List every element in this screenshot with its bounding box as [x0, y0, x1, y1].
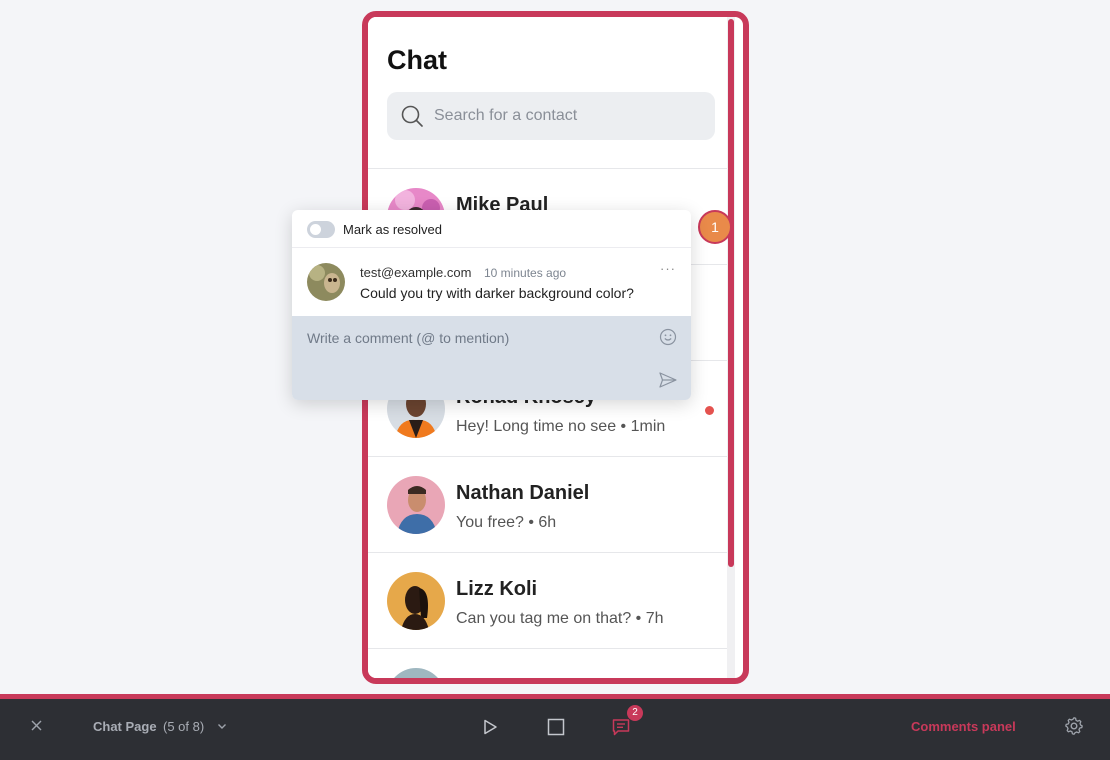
comment-popup-header: Mark as resolved: [292, 210, 691, 248]
gear-icon[interactable]: [1064, 716, 1084, 736]
bottom-toolbar: Chat Page (5 of 8) 2 Comments panel: [0, 694, 1110, 760]
page-counter[interactable]: (5 of 8): [163, 719, 204, 734]
scrollbar-thumb[interactable]: [728, 19, 734, 567]
comment-text: Could you try with darker background col…: [360, 285, 634, 301]
search-icon: [401, 105, 423, 127]
unread-dot: [705, 406, 714, 415]
contact-row[interactable]: Nathan Daniel You free? • 6h: [368, 457, 735, 553]
page-title: Chat: [387, 45, 447, 75]
send-icon[interactable]: [659, 372, 677, 388]
toggle-knob: [310, 224, 321, 235]
contact-name: Lizz Koli: [456, 578, 538, 600]
avatar: [387, 476, 445, 534]
comments-icon[interactable]: [611, 717, 631, 737]
inspect-icon[interactable]: [546, 717, 566, 737]
comment-popup: Mark as resolved test@example.com 10 min…: [292, 210, 691, 400]
comment-timestamp: 10 minutes ago: [484, 266, 567, 280]
contact-last-message: Can you tag me on that? • 7h: [456, 610, 664, 627]
contact-name: Nathan Daniel: [456, 482, 590, 504]
close-icon[interactable]: [28, 717, 45, 734]
resolve-toggle[interactable]: [307, 221, 335, 238]
search-input[interactable]: Search for a contact: [434, 107, 577, 125]
contact-last-message: Hey! Long time no see • 1min: [456, 418, 666, 435]
comments-panel-button[interactable]: Comments panel: [911, 719, 1016, 734]
chevron-down-icon[interactable]: [216, 720, 228, 732]
play-icon[interactable]: [480, 717, 500, 737]
contact-last-message: You free? • 6h: [456, 514, 557, 531]
contact-row[interactable]: Lizz Koli Can you tag me on that? • 7h: [368, 553, 735, 649]
comment-author: test@example.com: [360, 265, 472, 280]
reply-box[interactable]: Write a comment (@ to mention): [292, 316, 691, 400]
avatar: [387, 668, 445, 678]
comment-marker[interactable]: 1: [698, 210, 732, 244]
scrollbar-track[interactable]: [727, 17, 735, 678]
emoji-icon[interactable]: [659, 328, 677, 346]
comments-count-badge: 2: [627, 705, 643, 721]
more-options-icon[interactable]: ···: [660, 261, 676, 276]
reply-input[interactable]: Write a comment (@ to mention): [307, 330, 509, 346]
commenter-avatar: [307, 263, 345, 301]
resolve-label: Mark as resolved: [343, 222, 442, 237]
avatar: [387, 572, 445, 630]
contact-row[interactable]: [368, 649, 735, 678]
contact-search[interactable]: Search for a contact: [387, 92, 715, 140]
page-selector[interactable]: Chat Page: [93, 719, 157, 734]
